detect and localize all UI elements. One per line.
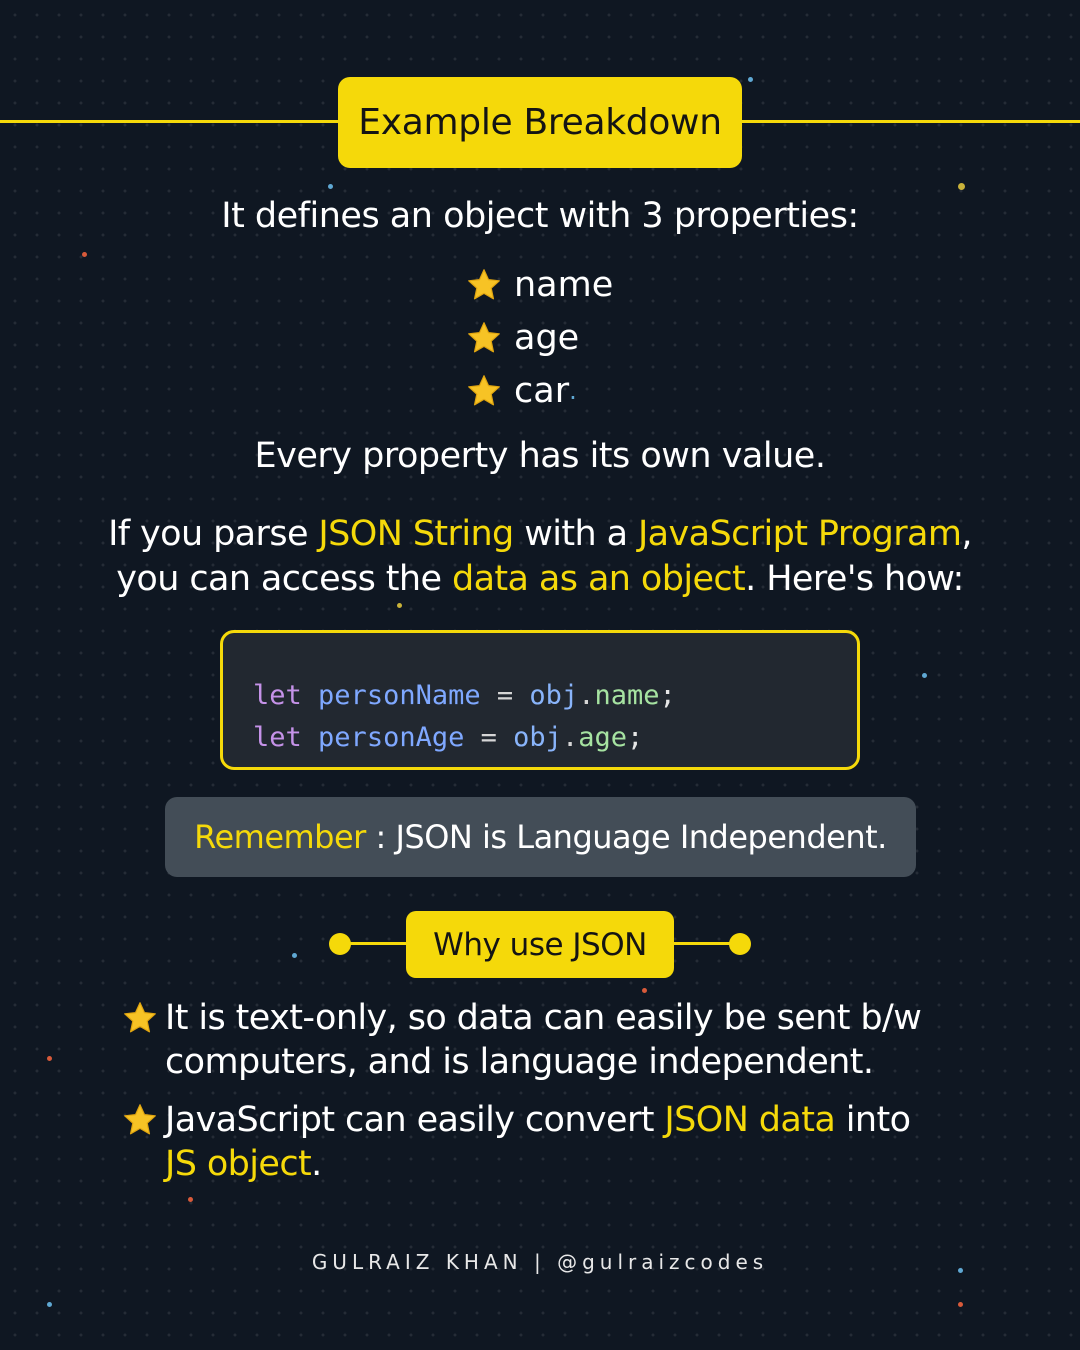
decorative-dot xyxy=(47,1302,52,1307)
code-keyword: let xyxy=(253,680,302,711)
remember-label: Remember xyxy=(194,818,366,856)
remember-callout: Remember : JSON is Language Independent. xyxy=(165,797,916,877)
property-name: name xyxy=(514,264,614,305)
list-item: name xyxy=(466,258,613,311)
bullet-line: It is text-only, so data can easily be s… xyxy=(165,998,922,1038)
decorative-dot xyxy=(642,988,647,993)
highlight-data-as-object: data as an object xyxy=(451,559,746,599)
header-title: Example Breakdown xyxy=(358,102,722,143)
code-variable: personName xyxy=(318,680,481,711)
decorative-dot xyxy=(958,183,965,190)
text: If you parse xyxy=(108,514,319,554)
code-dot: . xyxy=(578,680,595,711)
why-title-badge: Why use JSON xyxy=(406,911,674,978)
text: into xyxy=(835,1100,911,1140)
highlight-json-string: JSON String xyxy=(318,514,514,554)
list-item: age xyxy=(466,311,613,364)
code-variable: personAge xyxy=(318,722,465,753)
decorative-dot xyxy=(328,184,333,189)
decorative-dot xyxy=(82,252,87,257)
decorative-dot xyxy=(292,953,297,958)
decorative-dot xyxy=(958,1302,963,1307)
text: JavaScript can easily convert xyxy=(165,1100,665,1140)
reason-bullet-1: It is text-only, so data can easily be s… xyxy=(122,996,922,1084)
remember-text: JSON is Language Independent. xyxy=(395,818,887,856)
text: . xyxy=(311,1144,322,1184)
code-line: let personName = obj.name; xyxy=(253,675,857,717)
code-keyword: let xyxy=(253,722,302,753)
highlight-json-data: JSON data xyxy=(664,1100,836,1140)
star-icon xyxy=(468,321,500,352)
footer-credit: GULRAIZ KHAN | @gulraizcodes xyxy=(311,1250,769,1274)
code-operator: = xyxy=(496,680,514,711)
code-object: obj xyxy=(529,680,579,711)
code-line: let personAge = obj.age; xyxy=(253,717,857,759)
every-property-text: Every property has its own value. xyxy=(254,436,826,476)
parse-paragraph: If you parse JSON String with a JavaScri… xyxy=(0,512,1080,602)
code-semicolon: ; xyxy=(659,680,676,711)
parse-line-2: you can access the data as an object. He… xyxy=(0,557,1080,602)
property-name: age xyxy=(514,317,580,358)
text: . Here's how: xyxy=(745,559,964,599)
text: you can access the xyxy=(116,559,452,599)
parse-line-1: If you parse JSON String with a JavaScri… xyxy=(0,512,1080,557)
star-icon xyxy=(468,268,500,299)
highlight-js-object: JS object xyxy=(165,1144,312,1184)
code-property: age xyxy=(578,722,627,753)
trailing-dot: . xyxy=(569,376,577,405)
why-left-line xyxy=(340,942,410,945)
code-operator: = xyxy=(480,722,497,753)
code-block: let personName = obj.name; let personAge… xyxy=(220,630,860,770)
bullet-line: computers, and is language independent. xyxy=(165,1042,874,1082)
remember-separator: : xyxy=(365,818,396,856)
intro-text: It defines an object with 3 properties: xyxy=(221,196,859,236)
star-icon xyxy=(124,1104,156,1135)
decorative-dot xyxy=(922,673,927,678)
text: , xyxy=(961,514,972,554)
list-item: car. xyxy=(466,364,613,417)
bullet-line: JavaScript can easily convert JSON data … xyxy=(165,1098,911,1142)
decorative-dot xyxy=(188,1197,193,1202)
property-list: name age car. xyxy=(466,258,613,417)
code-property: name xyxy=(594,680,660,711)
reason-bullet-2: JavaScript can easily convert JSON data … xyxy=(122,1098,911,1186)
header-title-badge: Example Breakdown xyxy=(338,77,742,168)
star-icon xyxy=(468,374,500,405)
code-semicolon: ; xyxy=(626,722,644,753)
property-name: car xyxy=(514,370,570,411)
code-dot: . xyxy=(561,722,579,753)
decorative-dot xyxy=(47,1056,52,1061)
code-object: obj xyxy=(513,722,562,753)
highlight-javascript-program: JavaScript Program xyxy=(637,514,962,554)
decorative-dot xyxy=(748,77,753,82)
text: with a xyxy=(513,514,638,554)
decorative-dot xyxy=(397,603,402,608)
star-icon xyxy=(124,1002,156,1033)
why-right-dot xyxy=(729,933,751,955)
why-title: Why use JSON xyxy=(433,926,647,963)
bullet-line: JS object. xyxy=(165,1142,910,1186)
